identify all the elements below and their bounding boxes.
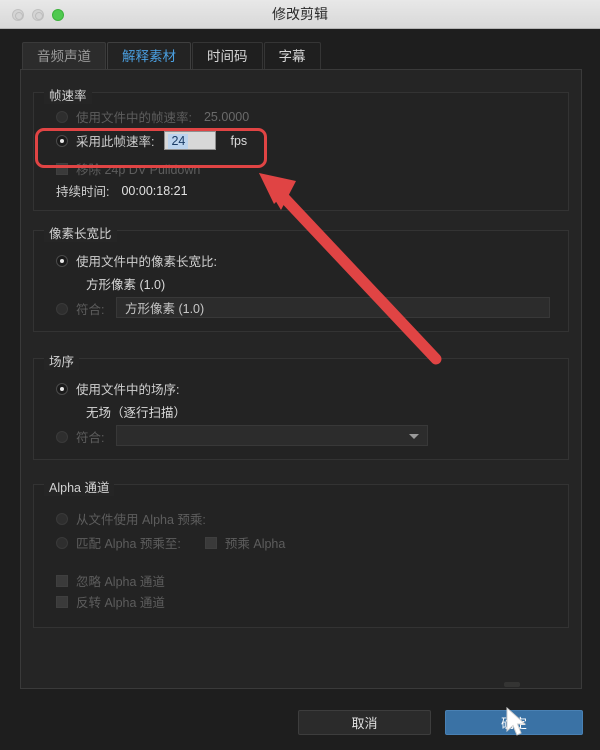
tab-timecode[interactable]: 时间码 [192,42,263,70]
radio-icon-use-file-par[interactable] [56,254,68,267]
assume-frame-rate-label: 采用此帧速率: [76,135,155,149]
field-order-group: 场序 使用文件中的场序: 无场（逐行扫描） 符合: [33,351,569,460]
remove-pulldown-label: 移除 24p DV Pulldown [76,163,201,177]
radio-icon-use-file-field-order[interactable] [56,382,68,395]
field-order-legend: 场序 [44,351,80,370]
use-file-field-order-option[interactable]: 使用文件中的场序: [56,379,179,398]
duration-label: 持续时间: [56,185,110,199]
panel-scroll-indicator [504,682,520,687]
use-file-par-value-row: 方形像素 (1.0) [86,274,165,293]
conform-par-dropdown-value: 方形像素 (1.0) [125,302,205,316]
radio-icon-conform-par[interactable] [56,302,68,315]
tab-audio-channels[interactable]: 音频声道 [22,42,106,70]
tab-captions[interactable]: 字幕 [263,42,321,70]
radio-icon-assume-frame-rate[interactable] [56,134,68,147]
use-file-premultiply-label: 从文件使用 Alpha 预乘: [76,513,206,527]
use-file-frame-rate-label: 使用文件中的帧速率: [76,111,192,125]
radio-icon-conform-field-order[interactable] [56,430,68,443]
use-file-field-order-value-row: 无场（逐行扫描） [86,402,186,421]
conform-par-option[interactable]: 符合: [56,299,104,318]
assume-frame-rate-option[interactable]: 采用此帧速率: 24 fps [56,131,247,150]
use-file-par-value: 方形像素 (1.0) [86,278,166,292]
pixel-aspect-legend: 像素长宽比 [44,223,117,242]
use-file-frame-rate-option[interactable]: 使用文件中的帧速率: 25.0000 [56,107,249,126]
radio-icon-use-file-premultiply[interactable] [56,512,68,525]
cancel-button[interactable]: 取消 [298,710,431,735]
radio-icon-match-premultiply[interactable] [56,536,68,549]
chevron-down-icon [409,434,419,439]
checkbox-icon-premultiplied-alpha[interactable] [204,536,217,549]
premultiplied-alpha-label: 预乘 Alpha [224,537,286,551]
checkbox-icon-invert-alpha[interactable] [56,595,68,608]
match-premultiply-label: 匹配 Alpha 预乘至: [76,537,181,551]
invert-alpha-label: 反转 Alpha 通道 [76,596,165,610]
duration-value: 00:00:18:21 [121,183,188,198]
conform-field-order-dropdown[interactable] [116,425,428,446]
radio-icon-use-file-frame-rate[interactable] [56,110,68,123]
ignore-alpha-option[interactable]: 忽略 Alpha 通道 [56,571,165,590]
checkbox-icon-ignore-alpha[interactable] [56,574,68,587]
conform-field-order-label: 符合: [76,431,105,445]
conform-field-order-option[interactable]: 符合: [56,427,104,446]
tab-interpret-footage[interactable]: 解释素材 [107,42,191,70]
frame-rate-unit-label: fps [230,133,248,148]
window-titlebar: 修改剪辑 [0,0,600,29]
conform-par-dropdown[interactable]: 方形像素 (1.0) [116,297,550,318]
use-file-frame-rate-value: 25.0000 [203,109,250,124]
frame-rate-legend: 帧速率 [44,85,92,104]
use-file-premultiply-option[interactable]: 从文件使用 Alpha 预乘: [56,509,206,528]
ignore-alpha-label: 忽略 Alpha 通道 [76,575,165,589]
use-file-field-order-label: 使用文件中的场序: [76,383,180,397]
frame-rate-input[interactable]: 24 [164,131,217,150]
alpha-channel-legend: Alpha 通道 [44,477,115,496]
ok-button[interactable]: 确定 [445,710,583,735]
conform-par-label: 符合: [76,303,105,317]
window-title: 修改剪辑 [272,6,328,22]
tab-bar: 音频声道 解释素材 时间码 字幕 [22,42,322,70]
match-premultiply-option[interactable]: 匹配 Alpha 预乘至: 预乘 Alpha [56,533,285,552]
use-file-field-order-value: 无场（逐行扫描） [86,406,187,420]
alpha-channel-group: Alpha 通道 从文件使用 Alpha 预乘: 匹配 Alpha 预乘至: 预… [33,477,569,628]
invert-alpha-option[interactable]: 反转 Alpha 通道 [56,592,165,611]
use-file-par-label: 使用文件中的像素长宽比: [76,255,217,269]
remove-pulldown-option[interactable]: 移除 24p DV Pulldown [56,159,200,178]
frame-rate-group: 帧速率 使用文件中的帧速率: 25.0000 采用此帧速率: 24 fps 移除… [33,85,569,211]
frame-rate-input-value: 24 [168,134,189,149]
pixel-aspect-ratio-group: 像素长宽比 使用文件中的像素长宽比: 方形像素 (1.0) 符合: 方形像素 (… [33,223,569,332]
use-file-par-option[interactable]: 使用文件中的像素长宽比: [56,251,217,270]
interpret-footage-panel: 帧速率 使用文件中的帧速率: 25.0000 采用此帧速率: 24 fps 移除… [20,69,582,689]
duration-row: 持续时间: 00:00:18:21 [56,181,188,200]
checkbox-icon-remove-pulldown[interactable] [56,162,68,175]
